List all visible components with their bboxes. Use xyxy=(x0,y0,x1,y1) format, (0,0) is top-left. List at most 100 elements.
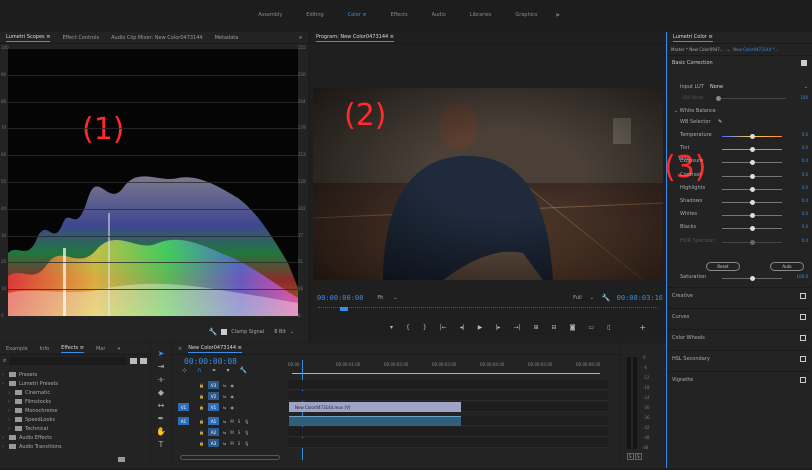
lock-icon[interactable]: 🔒 xyxy=(199,394,204,399)
lumetri-control-value[interactable]: 0.0 xyxy=(802,185,808,190)
effects-tree-item[interactable]: › Presets xyxy=(2,370,148,379)
video-clip[interactable]: New Color0473144.mov [V] xyxy=(289,402,461,412)
lumetri-section-color-wheels[interactable]: Color Wheels xyxy=(667,329,811,346)
tab-effect-controls[interactable]: Effect Controls xyxy=(56,35,105,41)
tab-audio-clip-mixer[interactable]: Audio Clip Mixer: New Color0473144 xyxy=(105,35,208,41)
solo-button[interactable]: S xyxy=(238,419,241,424)
selection-tool-icon[interactable]: ➤ xyxy=(151,347,171,360)
chevron-right-icon[interactable]: › xyxy=(8,408,14,414)
timeline-track-lane[interactable] xyxy=(288,380,608,390)
timeline-menu-icon[interactable]: ≡ xyxy=(238,345,242,351)
eye-icon[interactable]: ◉ xyxy=(230,405,234,410)
chevron-right-icon[interactable]: › xyxy=(8,417,14,423)
fit-chevron-icon[interactable]: ⌄ xyxy=(393,295,397,301)
lumetri-control-knob[interactable] xyxy=(749,160,755,166)
panel-menu-icon[interactable]: ≡ xyxy=(46,34,50,40)
lumetri-control-value[interactable]: 0.0 xyxy=(802,172,808,177)
chevron-down-icon[interactable]: ⌄ xyxy=(727,47,730,52)
new-bin-icon[interactable] xyxy=(130,357,137,364)
quality-chevron-icon[interactable]: ⌄ xyxy=(590,295,594,301)
track-source-patch[interactable] xyxy=(178,428,189,436)
lumetri-control-slider[interactable] xyxy=(722,213,782,219)
lumetri-menu-icon[interactable]: ≡ xyxy=(708,34,712,40)
lock-icon[interactable]: 🔒 xyxy=(199,405,204,410)
track-target-label[interactable]: A1 xyxy=(207,417,219,425)
work-area-bar[interactable] xyxy=(292,373,600,374)
solo-button[interactable]: S xyxy=(238,430,241,435)
program-menu-icon[interactable]: ≡ xyxy=(390,34,394,40)
step-forward-icon[interactable]: |▸ xyxy=(495,324,500,331)
track-target-label[interactable]: A2 xyxy=(207,428,219,436)
workspace-tab-libraries[interactable]: Libraries xyxy=(458,12,504,18)
lumetri-control-knob[interactable] xyxy=(749,186,755,192)
workspace-tab-graphics[interactable]: Graphics xyxy=(503,12,549,18)
workspace-tab-effects[interactable]: Effects xyxy=(379,12,420,18)
track-target-label[interactable]: V1 xyxy=(207,403,219,411)
effects-tree-item[interactable]: › Monochrome xyxy=(2,406,148,415)
lumetri-control-value[interactable]: 0.0 xyxy=(802,158,808,163)
track-target-label[interactable]: V2 xyxy=(207,392,219,400)
lumetri-section-creative[interactable]: Creative xyxy=(667,287,811,304)
workspace-tab-audio[interactable]: Audio xyxy=(420,12,458,18)
eye-icon[interactable]: ◉ xyxy=(230,383,234,388)
tab-example[interactable]: Example xyxy=(0,346,34,352)
lumetri-control-slider[interactable] xyxy=(722,226,782,232)
lumetri-section-checkbox[interactable] xyxy=(800,314,806,320)
go-to-in-icon[interactable]: |← xyxy=(440,324,447,331)
tab-lumetri-scopes[interactable]: Lumetri Scopes ≡ xyxy=(0,34,56,42)
mute-button[interactable]: M xyxy=(230,441,233,446)
marker-icon[interactable]: ▾ xyxy=(226,367,229,374)
lock-icon[interactable]: 🔒 xyxy=(199,419,204,424)
saturation-slider[interactable] xyxy=(722,276,782,281)
type-tool-icon[interactable]: T xyxy=(151,438,171,451)
track-source-patch[interactable] xyxy=(178,392,189,400)
lumetri-control-slider[interactable] xyxy=(722,186,782,192)
razor-tool-icon[interactable]: ◆ xyxy=(151,386,171,399)
basic-correction-checkbox[interactable] xyxy=(801,59,807,66)
lumetri-control-slider[interactable] xyxy=(722,200,782,205)
sync-lock-icon[interactable]: ⇆ xyxy=(223,430,226,435)
quality-select[interactable]: Full xyxy=(573,295,582,301)
hand-tool-icon[interactable]: ✋ xyxy=(151,425,171,438)
lumetri-control-knob[interactable] xyxy=(749,134,755,139)
mark-in-icon[interactable]: { xyxy=(406,324,410,331)
track-target-label[interactable]: V3 xyxy=(207,381,219,389)
lumetri-control-knob[interactable] xyxy=(749,200,755,205)
lumetri-control-value[interactable]: 0.0 xyxy=(802,238,808,243)
play-icon[interactable]: ▶ xyxy=(478,324,483,331)
close-icon[interactable]: × xyxy=(172,346,182,352)
saturation-knob[interactable] xyxy=(750,276,755,281)
workspace-tab-editing[interactable]: Editing xyxy=(294,12,335,18)
tab-effects[interactable]: Effects ≡ xyxy=(55,345,90,353)
workspace-tab-color[interactable]: Color ≡ xyxy=(336,12,379,18)
add-button-icon[interactable]: + xyxy=(639,323,646,332)
playhead-marker-icon[interactable] xyxy=(340,307,348,311)
solo-right-button[interactable]: S xyxy=(635,453,642,460)
reset-button[interactable]: Reset xyxy=(706,262,740,271)
step-back-icon[interactable]: ◂| xyxy=(460,324,465,331)
program-timecode-out[interactable]: 00:00:03:16 xyxy=(617,294,663,302)
lumetri-section-hsl-secondary[interactable]: HSL Secondary xyxy=(667,350,811,367)
lumetri-control-slider[interactable] xyxy=(722,134,782,139)
track-source-patch[interactable] xyxy=(178,439,189,447)
lumetri-control-knob[interactable] xyxy=(749,226,755,232)
export-frame-icon[interactable]: ◙ xyxy=(570,324,576,331)
lumetri-control-slider[interactable] xyxy=(722,173,782,179)
workspace-menu-icon[interactable]: ≡ xyxy=(362,12,366,18)
tab-info[interactable]: Info xyxy=(34,346,55,352)
track-source-patch[interactable]: A1 xyxy=(178,417,189,425)
tab-markers[interactable]: Mar xyxy=(90,346,111,352)
lumetri-control-knob[interactable] xyxy=(749,173,755,179)
new-preset-icon[interactable] xyxy=(140,357,147,364)
timeline-track-lane[interactable] xyxy=(288,427,608,437)
lumetri-title[interactable]: Lumetri Color ≡ xyxy=(667,34,719,42)
track-source-patch[interactable]: V1 xyxy=(178,403,189,411)
lumetri-section-checkbox[interactable] xyxy=(800,377,806,383)
hdr-white-knob[interactable] xyxy=(716,96,721,101)
workspace-tab-assembly[interactable]: Assembly xyxy=(246,12,294,18)
panel-overflow-icon[interactable]: » xyxy=(293,35,308,41)
new-item-icon[interactable] xyxy=(118,457,125,462)
lumetri-section-checkbox[interactable] xyxy=(800,335,806,341)
mute-button[interactable]: M xyxy=(230,430,233,435)
lumetri-control-value[interactable]: 0.0 xyxy=(802,224,808,229)
